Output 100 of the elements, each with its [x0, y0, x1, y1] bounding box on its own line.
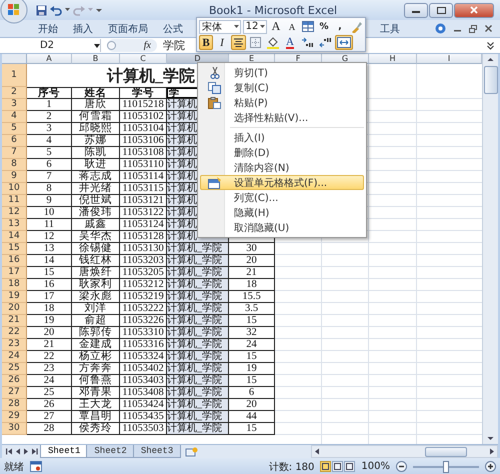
column-header[interactable]: D: [167, 54, 229, 64]
slider-thumb[interactable]: [443, 460, 449, 472]
next-sheet-icon[interactable]: [23, 448, 29, 455]
view-button[interactable]: [332, 461, 344, 472]
scroll-thumb[interactable]: [425, 446, 467, 456]
view-button[interactable]: [344, 461, 356, 472]
table-cell: 计算机_学院: [167, 327, 229, 339]
table-cell: 计算机_学院: [167, 375, 229, 387]
table-cell: 18: [27, 303, 72, 315]
customize-caret-icon[interactable]: [96, 8, 102, 12]
last-sheet-icon[interactable]: [31, 448, 38, 455]
column-header[interactable]: H: [369, 54, 417, 64]
row-number[interactable]: 7: [2, 147, 27, 159]
zoom-level[interactable]: 100%: [361, 461, 390, 472]
row-number[interactable]: 4: [2, 111, 27, 123]
row-number[interactable]: 29: [2, 411, 27, 423]
row-number[interactable]: 25: [2, 363, 27, 375]
menu-item[interactable]: 剪切(T): [200, 65, 364, 80]
zoom-out-icon[interactable]: [396, 461, 407, 472]
column-header[interactable]: I: [417, 54, 482, 64]
previous-sheet-icon[interactable]: [15, 448, 21, 455]
brush-icon: [350, 20, 362, 32]
column-header[interactable]: A: [27, 54, 72, 64]
ribbon-tab[interactable]: 插入: [73, 22, 93, 36]
row-number[interactable]: 19: [2, 291, 27, 303]
undo-icon[interactable]: [50, 4, 62, 16]
format-button[interactable]: ,: [333, 19, 347, 34]
sheet-tab[interactable]: Sheet1: [40, 445, 88, 458]
row-number[interactable]: 12: [2, 207, 27, 219]
insert-sheet-icon[interactable]: [185, 446, 198, 456]
increase-decimal-button[interactable]: [299, 35, 315, 50]
save-icon[interactable]: [36, 4, 47, 16]
row-number[interactable]: 23: [2, 339, 27, 351]
decrease-decimal-button[interactable]: [317, 35, 333, 50]
row-number[interactable]: 16: [2, 255, 27, 267]
merge-button[interactable]: [335, 35, 353, 50]
formula-field[interactable]: 学院: [163, 38, 185, 53]
table-cell: 32: [229, 327, 275, 339]
row-number[interactable]: 17: [2, 267, 27, 279]
grow-font-button[interactable]: A: [269, 19, 283, 34]
row-number[interactable]: 5: [2, 123, 27, 135]
row-number[interactable]: 24: [2, 351, 27, 363]
table-cell: 17: [27, 291, 72, 303]
row-number[interactable]: 30: [2, 423, 27, 435]
table-cell: 计算机_学院: [167, 315, 229, 327]
row-number[interactable]: 26: [2, 375, 27, 387]
row-number[interactable]: 6: [2, 135, 27, 147]
row-number[interactable]: 2: [2, 87, 27, 99]
row-number[interactable]: 3: [2, 99, 27, 111]
row-number[interactable]: 11: [2, 195, 27, 207]
font-color-button[interactable]: A: [283, 35, 297, 50]
help-icon[interactable]: [435, 23, 446, 34]
table-cell: 何雪霜: [72, 111, 120, 123]
scroll-thumb[interactable]: [484, 66, 498, 94]
table-cell: 20: [229, 399, 275, 411]
format-button[interactable]: %: [317, 19, 331, 34]
center-button[interactable]: [231, 35, 246, 50]
zoom-in-icon[interactable]: [485, 461, 496, 472]
row-number[interactable]: 10: [2, 183, 27, 195]
maximize-button[interactable]: [429, 2, 453, 18]
bold-button[interactable]: B: [199, 35, 213, 50]
row-number[interactable]: 1: [2, 64, 27, 87]
row-number[interactable]: 13: [2, 219, 27, 231]
column-header[interactable]: B: [72, 54, 120, 64]
close-icon[interactable]: [485, 25, 492, 32]
name-box[interactable]: D2: [0, 39, 101, 52]
table-cell: 5: [27, 147, 72, 159]
expand-icon[interactable]: [487, 42, 494, 50]
sheet-tab[interactable]: Sheet2: [86, 445, 135, 458]
table-cell: 耿进: [72, 159, 120, 171]
minimize-button[interactable]: [404, 2, 428, 18]
row-number[interactable]: 21: [2, 315, 27, 327]
column-header[interactable]: C: [120, 54, 167, 64]
row-number[interactable]: 22: [2, 327, 27, 339]
row-number[interactable]: 27: [2, 387, 27, 399]
menu-item[interactable]: 设置单元格格式(F)...: [200, 175, 364, 190]
row-number[interactable]: 9: [2, 171, 27, 183]
fill-color-button[interactable]: [265, 35, 281, 50]
sheet-tab[interactable]: Sheet3: [132, 445, 182, 458]
insert-function-button[interactable]: fx: [144, 40, 151, 51]
font-size-field[interactable]: 12: [242, 20, 267, 34]
italic-button[interactable]: I: [215, 35, 229, 50]
row-number[interactable]: 15: [2, 243, 27, 255]
restore-icon[interactable]: [469, 24, 477, 32]
view-button[interactable]: [320, 461, 332, 472]
row-number[interactable]: 20: [2, 303, 27, 315]
close-button[interactable]: [454, 2, 494, 18]
row-number[interactable]: 18: [2, 279, 27, 291]
row-number[interactable]: 28: [2, 399, 27, 411]
first-sheet-icon[interactable]: [6, 448, 13, 455]
styles-button[interactable]: [301, 19, 315, 34]
row-number[interactable]: 8: [2, 159, 27, 171]
ribbon-tab[interactable]: 页面布局: [108, 22, 148, 36]
ribbon-tab[interactable]: 开始: [38, 22, 58, 36]
ribbon-tab[interactable]: 公式: [163, 22, 183, 36]
macro-record-icon[interactable]: [30, 461, 42, 472]
font-field[interactable]: 宋体: [199, 20, 241, 34]
shrink-font-button[interactable]: A: [285, 19, 299, 34]
row-number[interactable]: 14: [2, 231, 27, 243]
ribbon-tab[interactable]: 工具: [380, 22, 400, 36]
